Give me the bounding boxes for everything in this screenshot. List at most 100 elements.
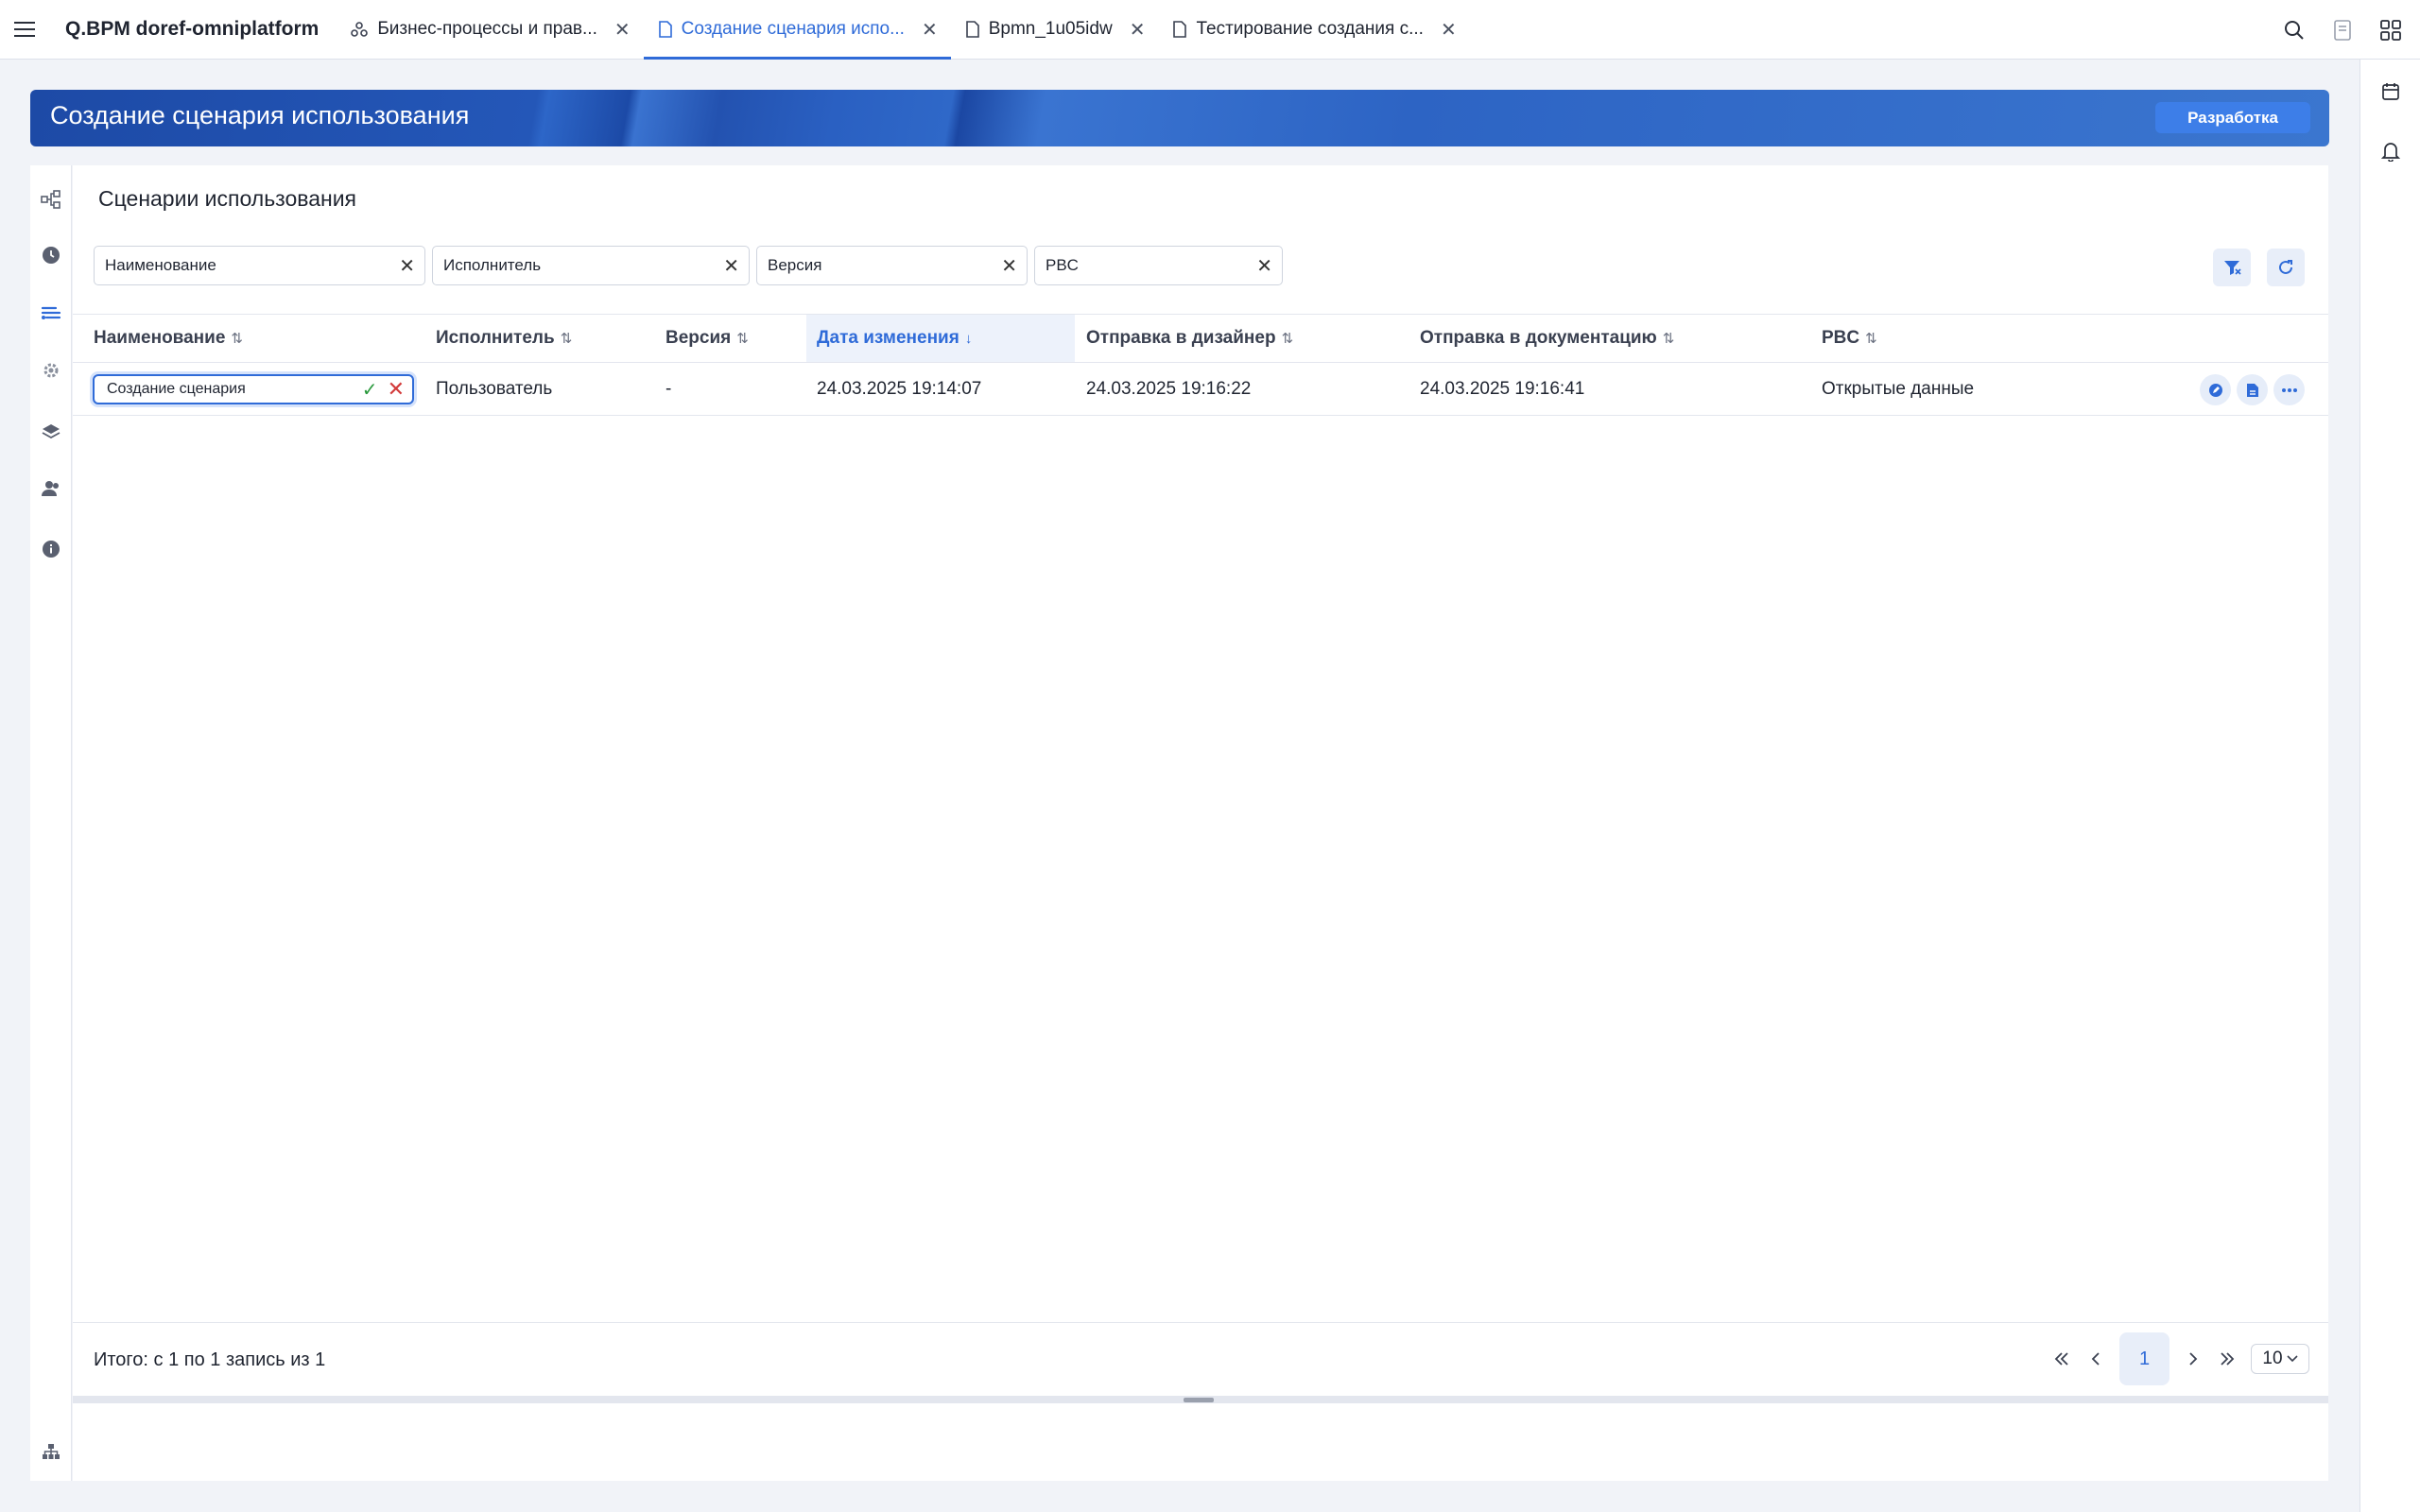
sidebar-item-use-cases[interactable] xyxy=(41,302,61,323)
next-page-button[interactable] xyxy=(2183,1340,2204,1378)
file-icon xyxy=(2246,383,2258,397)
first-page-button[interactable] xyxy=(2051,1340,2072,1378)
use-cases-table: Наименование ⇅ Исполнитель ⇅ Версия ⇅ Да… xyxy=(73,314,2328,416)
close-tab-icon[interactable]: ✕ xyxy=(614,18,631,42)
close-tab-icon[interactable]: ✕ xyxy=(1441,18,1457,42)
column-header-sent-designer[interactable]: Отправка в дизайнер ⇅ xyxy=(1086,315,1293,362)
tab-label: Создание сценария испо... xyxy=(681,19,905,39)
edit-row-button[interactable] xyxy=(2200,374,2231,405)
sidebar-item-settings[interactable] xyxy=(41,360,61,381)
clear-icon[interactable]: ✕ xyxy=(723,254,739,278)
chevron-right-icon xyxy=(2189,1352,2198,1366)
org-chart-icon xyxy=(43,1444,60,1459)
clear-icon[interactable]: ✕ xyxy=(399,254,415,278)
calendar-icon xyxy=(2382,83,2399,100)
page-size-select[interactable]: 10 xyxy=(2251,1344,2309,1374)
cell-pbc: Открытые данные xyxy=(1822,378,1975,399)
sort-icon[interactable]: ⇅ xyxy=(736,330,749,347)
close-tab-icon[interactable]: ✕ xyxy=(922,18,938,42)
column-label: Дата изменения xyxy=(817,328,959,348)
sort-desc-icon[interactable]: ↓ xyxy=(965,331,973,347)
page-button-current[interactable]: 1 xyxy=(2119,1332,2169,1385)
column-label: Исполнитель xyxy=(436,328,555,348)
name-edit-value[interactable]: Создание сценария xyxy=(107,381,362,398)
use-cases-panel: Сценарии использования Наименование ✕ Ис… xyxy=(73,165,2328,1481)
more-horizontal-icon xyxy=(2281,387,2297,392)
tab-business-processes[interactable]: Бизнес-процессы и прав... ✕ xyxy=(336,0,643,59)
apps-grid-icon[interactable] xyxy=(2380,19,2401,41)
sort-icon[interactable]: ⇅ xyxy=(231,330,243,347)
clear-filters-button[interactable] xyxy=(2213,249,2251,286)
column-label: Отправка в дизайнер xyxy=(1086,328,1276,348)
clock-icon xyxy=(43,247,60,264)
column-header-name[interactable]: Наименование ⇅ xyxy=(94,315,243,362)
sidebar-item-history[interactable] xyxy=(41,245,61,266)
chevrons-right-icon xyxy=(2221,1352,2235,1366)
sort-icon[interactable]: ⇅ xyxy=(561,330,573,347)
filter-bar: Наименование ✕ Исполнитель ✕ Версия ✕ PB… xyxy=(94,246,1283,285)
gear-icon xyxy=(43,363,59,378)
right-rail xyxy=(2360,60,2420,1512)
calendar-button[interactable] xyxy=(2379,80,2402,103)
version-filter-input[interactable]: Версия ✕ xyxy=(756,246,1028,285)
close-tab-icon[interactable]: ✕ xyxy=(1130,18,1146,42)
confirm-check-icon[interactable]: ✓ xyxy=(362,378,378,402)
splitter-handle[interactable] xyxy=(1184,1398,1214,1402)
bell-icon xyxy=(2381,143,2400,162)
row-actions xyxy=(2200,374,2305,405)
tab-label: Бизнес-процессы и прав... xyxy=(377,19,597,39)
process-icon xyxy=(351,22,369,37)
tab-use-case-creation[interactable]: Создание сценария испо... ✕ xyxy=(643,0,951,60)
name-filter-input[interactable]: Наименование ✕ xyxy=(94,246,425,285)
sidebar-item-layers[interactable] xyxy=(41,421,61,442)
column-header-sent-docs[interactable]: Отправка в документацию ⇅ xyxy=(1420,315,1674,362)
column-header-pbc[interactable]: PBC ⇅ xyxy=(1822,315,1877,362)
last-page-button[interactable] xyxy=(2217,1340,2238,1378)
pbc-filter-input[interactable]: PBC ✕ xyxy=(1034,246,1283,285)
column-header-modified[interactable]: Дата изменения ↓ xyxy=(806,315,1075,362)
notes-icon[interactable] xyxy=(2333,19,2352,41)
info-icon xyxy=(43,541,60,558)
sidebar-item-structure[interactable] xyxy=(41,189,61,210)
chevrons-left-icon xyxy=(2054,1352,2068,1366)
app-title[interactable]: Q.BPM doref-omniplatform xyxy=(49,0,336,59)
performer-filter-input[interactable]: Исполнитель ✕ xyxy=(432,246,750,285)
hamburger-menu-button[interactable] xyxy=(0,0,49,59)
column-header-performer[interactable]: Исполнитель ⇅ xyxy=(436,315,572,362)
sort-icon[interactable]: ⇅ xyxy=(1663,330,1675,347)
refresh-icon xyxy=(2279,260,2292,274)
filter-placeholder: Наименование xyxy=(105,256,216,274)
clear-icon[interactable]: ✕ xyxy=(1256,254,1272,278)
document-icon xyxy=(965,21,979,38)
search-icon[interactable] xyxy=(2284,20,2305,41)
tab-testing[interactable]: Тестирование создания с... ✕ xyxy=(1158,0,1469,59)
prev-page-button[interactable] xyxy=(2085,1340,2106,1378)
sidebar-item-info[interactable] xyxy=(41,539,61,559)
notifications-button[interactable] xyxy=(2379,140,2402,163)
document-row-button[interactable] xyxy=(2237,374,2268,405)
page-size-value: 10 xyxy=(2262,1349,2283,1368)
menu-icon xyxy=(14,22,35,37)
sort-icon[interactable]: ⇅ xyxy=(1865,330,1877,347)
document-icon xyxy=(1173,21,1187,38)
records-total: Итого: с 1 по 1 запись из 1 xyxy=(94,1349,326,1370)
column-label: Отправка в документацию xyxy=(1420,328,1657,348)
top-bar: Q.BPM doref-omniplatform Бизнес-процессы… xyxy=(0,0,2420,60)
column-label: PBC xyxy=(1822,328,1860,348)
more-actions-button[interactable] xyxy=(2273,374,2305,405)
table-header: Наименование ⇅ Исполнитель ⇅ Версия ⇅ Да… xyxy=(73,314,2328,363)
clear-icon[interactable]: ✕ xyxy=(1001,254,1017,278)
refresh-button[interactable] xyxy=(2267,249,2305,286)
filter-placeholder: Версия xyxy=(768,256,822,274)
column-header-version[interactable]: Версия ⇅ xyxy=(666,315,749,362)
sort-icon[interactable]: ⇅ xyxy=(1282,330,1294,347)
environment-badge[interactable]: Разработка xyxy=(2155,102,2310,133)
name-edit-field[interactable]: Создание сценария ✓ ✕ xyxy=(93,374,414,404)
sidebar-item-org-structure[interactable] xyxy=(41,1441,61,1462)
table-row[interactable]: Создание сценария ✓ ✕ Пользователь - 24.… xyxy=(73,363,2328,416)
sidebar-item-users[interactable] xyxy=(41,478,61,499)
tab-bpmn[interactable]: Bpmn_1u05idw ✕ xyxy=(951,0,1159,59)
cell-performer: Пользователь xyxy=(436,378,553,399)
cell-sent-docs: 24.03.2025 19:16:41 xyxy=(1420,378,1585,399)
cancel-x-icon[interactable]: ✕ xyxy=(388,377,405,402)
